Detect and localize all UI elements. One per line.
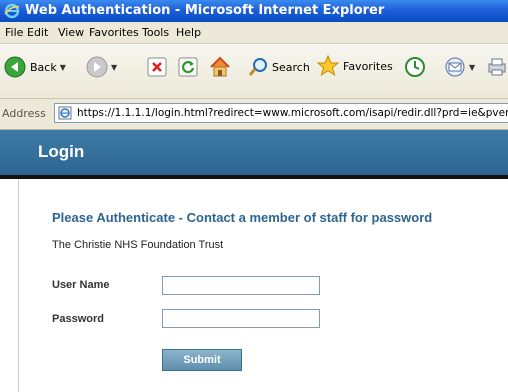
content-left-border bbox=[18, 179, 19, 392]
menu-view[interactable]: View bbox=[58, 22, 84, 43]
standard-toolbar: Back ▼ ▼ Search Favorites ▼ bbox=[0, 44, 508, 99]
address-label: Address bbox=[2, 107, 46, 120]
forward-dropdown-icon[interactable]: ▼ bbox=[111, 63, 117, 72]
favorites-star-icon bbox=[317, 55, 339, 77]
history-icon bbox=[405, 57, 425, 77]
forward-button[interactable]: ▼ bbox=[86, 56, 117, 78]
ie-logo-icon bbox=[4, 3, 20, 19]
menu-file[interactable]: File bbox=[5, 22, 23, 43]
print-icon bbox=[488, 58, 506, 76]
menu-favorites[interactable]: Favorites bbox=[89, 22, 139, 43]
mail-button[interactable]: ▼ bbox=[444, 56, 475, 78]
stop-button[interactable] bbox=[147, 57, 167, 77]
address-bar: Address https://1.1.1.1/login.html?redir… bbox=[0, 99, 508, 130]
mail-icon bbox=[445, 57, 465, 77]
search-button[interactable]: Search bbox=[248, 57, 310, 77]
refresh-button[interactable] bbox=[178, 57, 198, 77]
stop-icon bbox=[147, 57, 167, 77]
menu-help[interactable]: Help bbox=[176, 22, 201, 43]
back-label: Back bbox=[30, 60, 57, 74]
forward-arrow-icon bbox=[86, 56, 108, 78]
home-button[interactable] bbox=[208, 55, 232, 79]
menu-tools[interactable]: Tools bbox=[142, 22, 169, 43]
history-button[interactable] bbox=[404, 56, 426, 78]
username-label: User Name bbox=[52, 279, 110, 291]
favorites-label: Favorites bbox=[343, 59, 393, 73]
menu-bar: File Edit View Favorites Tools Help bbox=[0, 22, 508, 44]
mail-dropdown-icon[interactable]: ▼ bbox=[469, 63, 475, 72]
page-title: Login bbox=[38, 142, 85, 161]
address-url: https://1.1.1.1/login.html?redirect=www.… bbox=[77, 107, 508, 119]
refresh-icon bbox=[178, 57, 198, 77]
search-icon bbox=[248, 58, 267, 76]
ie-page-icon bbox=[58, 106, 72, 120]
submit-button[interactable]: Submit bbox=[162, 349, 242, 371]
organization-name: The Christie NHS Foundation Trust bbox=[52, 239, 224, 251]
print-button[interactable] bbox=[486, 56, 508, 78]
back-button[interactable]: Back ▼ bbox=[4, 56, 66, 78]
address-input[interactable]: https://1.1.1.1/login.html?redirect=www.… bbox=[54, 103, 508, 123]
favorites-button[interactable]: Favorites bbox=[317, 55, 393, 77]
auth-heading: Please Authenticate - Contact a member o… bbox=[52, 210, 433, 225]
password-label: Password bbox=[52, 313, 104, 325]
login-header: Login bbox=[0, 130, 508, 175]
back-arrow-icon bbox=[4, 56, 26, 78]
menu-edit[interactable]: Edit bbox=[27, 22, 48, 43]
username-input[interactable] bbox=[162, 276, 320, 295]
window-titlebar: Web Authentication - Microsoft Internet … bbox=[0, 0, 508, 22]
window-title: Web Authentication - Microsoft Internet … bbox=[25, 3, 385, 18]
password-input[interactable] bbox=[162, 309, 320, 328]
back-dropdown-icon[interactable]: ▼ bbox=[60, 63, 66, 72]
home-icon bbox=[210, 56, 230, 77]
search-label: Search bbox=[272, 60, 310, 74]
header-divider bbox=[0, 175, 508, 179]
